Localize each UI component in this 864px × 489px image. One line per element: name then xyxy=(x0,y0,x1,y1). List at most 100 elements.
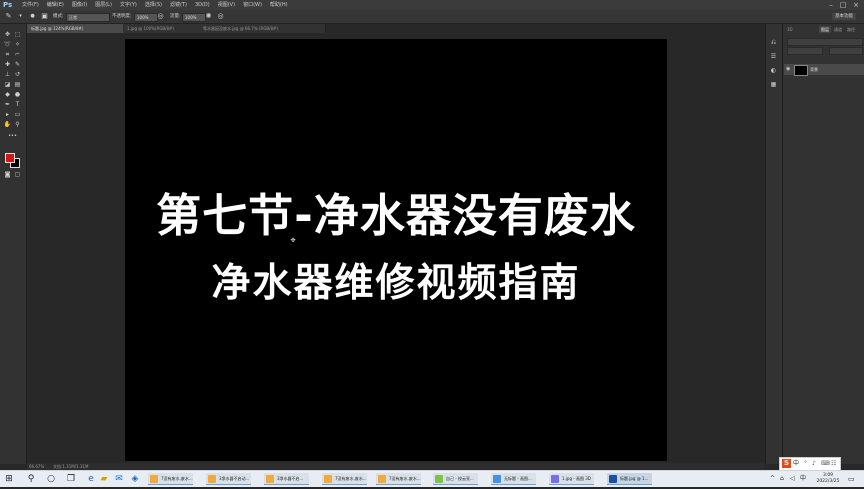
taskbar-window-3[interactable]: 3净水器不启... xyxy=(264,473,309,485)
zoom-tool-icon[interactable]: ⚲ xyxy=(13,120,22,129)
brush-tool-icon[interactable]: ✎ xyxy=(13,60,22,69)
edge-browser-icon[interactable]: e xyxy=(85,473,97,485)
airbrush-icon[interactable]: ✺ xyxy=(204,12,213,21)
quick-mask-icon[interactable]: ◙ xyxy=(3,170,12,179)
pressure-size-icon[interactable]: ◎ xyxy=(216,12,225,21)
eye-icon[interactable]: ◉ xyxy=(786,64,790,75)
quick-select-tool-icon[interactable]: ✧ xyxy=(13,40,22,49)
taskbar-window-6[interactable]: 自己 - 校云亮... xyxy=(433,473,478,485)
opacity-input[interactable]: 100% xyxy=(134,13,158,22)
stamp-tool-icon[interactable]: ⊥ xyxy=(3,70,12,79)
sogou-ime-icon[interactable]: S xyxy=(782,459,791,468)
screen-mode-icon[interactable]: ▢ xyxy=(13,170,22,179)
search-icon[interactable]: ⚲ xyxy=(25,473,37,485)
workspace-switcher[interactable]: 基本功能 xyxy=(832,13,856,20)
ime-microphone-icon[interactable]: ♪ xyxy=(812,459,816,468)
volume-icon[interactable]: ◁ xyxy=(790,471,795,487)
cortana-icon[interactable]: ○ xyxy=(45,473,57,485)
mode-select[interactable]: 正常 xyxy=(66,13,110,22)
history-brush-tool-icon[interactable]: ↺ xyxy=(13,70,22,79)
blend-mode-select[interactable] xyxy=(787,47,823,55)
menu-view[interactable]: 视图(V) xyxy=(214,0,239,10)
lasso-tool-icon[interactable]: ➰ xyxy=(3,40,12,49)
zoom-level[interactable]: 66.67% xyxy=(29,463,44,470)
network-icon[interactable]: ⌂ xyxy=(780,471,784,487)
image-canvas[interactable]: 第七节-净水器没有废水 净水器维修视频指南 xyxy=(125,39,667,461)
pen-tool-icon[interactable]: ✒ xyxy=(3,100,12,109)
tab-paths[interactable]: 路径 xyxy=(845,26,857,33)
blur-tool-icon[interactable]: ◆ xyxy=(3,90,12,99)
layers-panel: 3D 图层 通道 路径 ◉ 背景 xyxy=(782,24,864,464)
ime-tray-indicator[interactable]: 中 xyxy=(800,471,806,487)
menu-window[interactable]: 窗口(W) xyxy=(239,0,266,10)
tab-title-jpg[interactable]: 标题.jpg @ 124%(RGB/8#) xyxy=(27,24,130,33)
swatches-panel-icon[interactable]: ▦ xyxy=(769,80,778,89)
pressure-opacity-icon[interactable]: ◎ xyxy=(156,12,165,21)
hand-tool-icon[interactable]: ✋ xyxy=(3,120,12,129)
menu-edit[interactable]: 编辑(E) xyxy=(43,0,68,10)
flow-input[interactable]: 100% xyxy=(182,13,206,22)
taskbar-window-7[interactable]: 无标题 - 画图... xyxy=(491,473,536,485)
type-tool-icon[interactable]: T xyxy=(13,100,22,109)
file-explorer-icon[interactable]: ▰ xyxy=(98,473,110,485)
crop-tool-icon[interactable]: ⌗ xyxy=(3,50,12,59)
ime-language-indicator[interactable]: 中 xyxy=(793,459,799,468)
brush-panel-icon[interactable]: ▣ xyxy=(40,12,49,21)
menu-type[interactable]: 文字(Y) xyxy=(116,0,141,10)
notification-icon[interactable]: ▭ xyxy=(848,471,855,487)
ime-keyboard-icon[interactable]: ⌨ xyxy=(821,459,830,468)
layer-row-background[interactable]: ◉ 背景 xyxy=(784,64,864,76)
task-view-icon[interactable]: ❐ xyxy=(65,473,77,485)
maximize-icon[interactable]: □ xyxy=(838,0,848,10)
taskbar-window-9[interactable]: 标题.jpg @ 1... xyxy=(607,473,652,485)
path-select-tool-icon[interactable]: ▸ xyxy=(3,110,12,119)
tab-channels[interactable]: 通道 xyxy=(832,26,844,33)
windows-start-icon[interactable]: ⊞ xyxy=(3,473,15,485)
menu-file[interactable]: 文件(F) xyxy=(18,0,43,10)
brush-preset-chevron-icon[interactable]: ▾ xyxy=(16,12,25,21)
dodge-tool-icon[interactable]: ● xyxy=(13,90,22,99)
tab-layers[interactable]: 图层 xyxy=(819,26,831,33)
tab-3d[interactable]: 3D xyxy=(785,26,795,33)
menu-items: 文件(F) 编辑(E) 图像(I) 图层(L) 文字(Y) 选择(S) 滤镜(T… xyxy=(18,0,292,10)
windows-taskbar: ⊞ ⚲ ○ ❐ e ▰ ✉ ◈ 7没有废水,废水... 3净水器不启动... 3… xyxy=(0,470,864,487)
menu-help[interactable]: 帮助(H) xyxy=(266,0,292,10)
clock[interactable]: 3:09 2022/3/25 xyxy=(813,473,843,489)
taskbar-window-8[interactable]: 1.jpg - 画图 3D xyxy=(549,473,594,485)
brush-size-icon[interactable]: ● xyxy=(28,12,37,21)
taskbar-window-5[interactable]: 7没有废水,废水... xyxy=(376,473,421,485)
minimize-icon[interactable]: – xyxy=(826,0,836,10)
tray-chevron-icon[interactable]: ^ xyxy=(770,471,775,487)
menu-3d[interactable]: 3D(D) xyxy=(191,0,214,10)
tab-1-jpg[interactable]: 1.jpg @ 100%(RGB/8#) xyxy=(123,24,206,33)
taskbar-window-2[interactable]: 3净水器不启动... xyxy=(206,473,251,485)
eraser-tool-icon[interactable]: ◪ xyxy=(3,80,12,89)
shape-tool-icon[interactable]: ▭ xyxy=(13,110,22,119)
move-tool-icon[interactable]: ✥ xyxy=(3,30,12,39)
properties-panel-icon[interactable]: ☰ xyxy=(769,52,778,61)
layer-filter-select[interactable] xyxy=(787,38,863,46)
marquee-tool-icon[interactable]: ⬚ xyxy=(13,30,22,39)
close-icon[interactable]: × xyxy=(851,0,861,10)
healing-tool-icon[interactable]: ✚ xyxy=(3,60,12,69)
menu-image[interactable]: 图像(I) xyxy=(68,0,91,10)
layer-opacity-input[interactable] xyxy=(829,47,863,55)
taskbar-window-4[interactable]: 7没有废水,废水... xyxy=(322,473,367,485)
mail-app-icon[interactable]: ✉ xyxy=(113,473,125,485)
adjustments-panel-icon[interactable]: ◐ xyxy=(769,66,778,75)
status-bar: 66.67% 文档:1.31M/1.31M xyxy=(27,463,764,470)
app-icon[interactable]: ◈ xyxy=(129,473,141,485)
menu-filter[interactable]: 滤镜(T) xyxy=(166,0,191,10)
brush-tool-icon[interactable]: ✎ xyxy=(4,12,13,21)
ime-punctuation-icon[interactable]: ° xyxy=(804,459,807,468)
ime-menu-icon[interactable]: ☷ xyxy=(831,459,836,468)
tab-no-waste-water-jpg[interactable]: 等水器因没废水.jpg @ 66.7% (RGB/8#) xyxy=(199,24,326,33)
taskbar-window-1[interactable]: 7没有废水,废水... xyxy=(148,473,193,485)
gradient-tool-icon[interactable]: ▤ xyxy=(13,80,22,89)
menu-layer[interactable]: 图层(L) xyxy=(91,0,116,10)
more-tools-icon[interactable]: ••• xyxy=(8,132,17,141)
foreground-color-swatch[interactable] xyxy=(5,153,15,163)
history-panel-icon[interactable]: ⎌ xyxy=(769,38,778,47)
eyedropper-tool-icon[interactable]: ⌐ xyxy=(13,50,22,59)
menu-select[interactable]: 选择(S) xyxy=(141,0,166,10)
